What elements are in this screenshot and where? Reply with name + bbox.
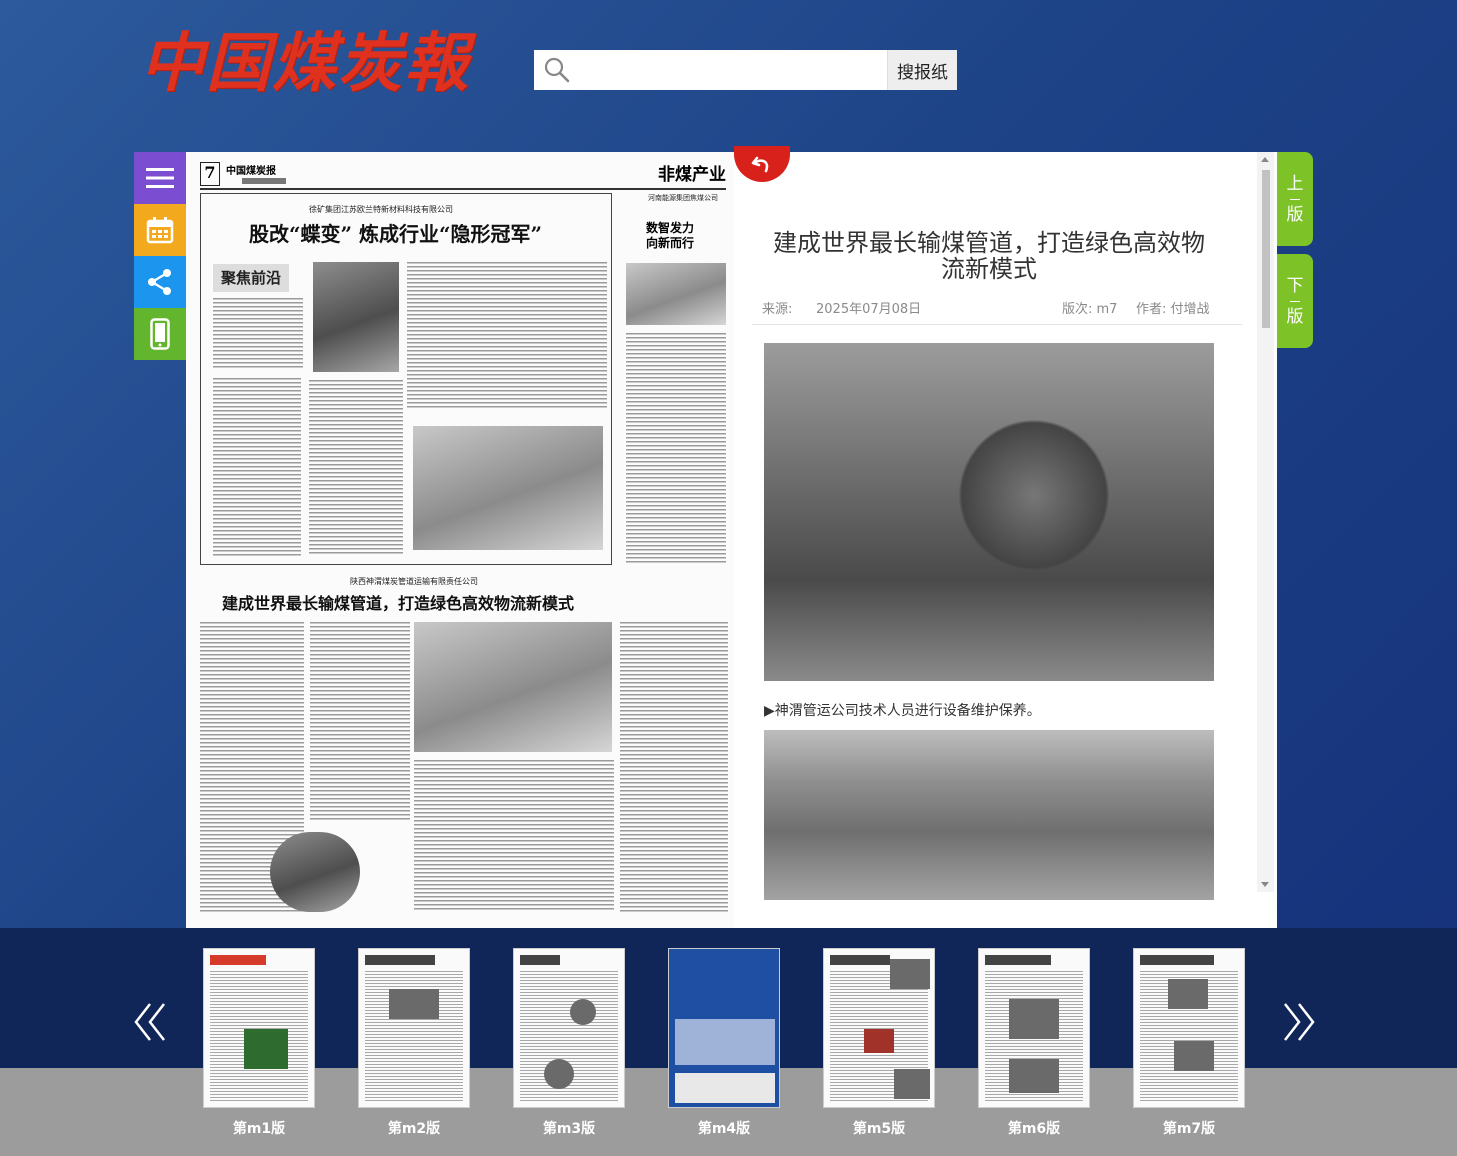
newspaper-page[interactable]: 7 中国煤炭报 非煤产业 徐矿集团江苏欧兰特新材料科技有限公司 股改“蝶变” 炼…	[186, 152, 734, 928]
side-article-block[interactable]: 河南能源集团焦煤公司 数智发力 向新而行	[626, 193, 726, 565]
scroll-thumb[interactable]	[1262, 170, 1270, 328]
prev-label-bottom: 版	[1286, 204, 1304, 225]
thumbnail-image	[513, 948, 625, 1108]
thumbnail-image	[823, 948, 935, 1108]
thumbnail-label: 第m5版	[852, 1121, 906, 1137]
second-kicker: 陕西神渭煤炭管道运输有限责任公司	[350, 577, 478, 586]
next-label-bottom: 版	[1286, 306, 1304, 327]
worker-photo	[270, 832, 360, 912]
newspaper-logo: 中国煤炭報	[140, 26, 470, 101]
edition-label: 版次: m7	[1062, 302, 1118, 317]
lead-article-block[interactable]: 徐矿集团江苏欧兰特新材料科技有限公司 股改“蝶变” 炼成行业“隐形冠军” 聚焦前…	[200, 193, 612, 565]
menu-icon	[146, 168, 174, 188]
scroll-left-button[interactable]	[132, 1000, 168, 1044]
scroll-down-icon[interactable]	[1261, 882, 1269, 887]
thumbnail-label: 第m2版	[387, 1121, 441, 1137]
calendar-button[interactable]	[134, 204, 186, 256]
page-masthead: 中国煤炭报	[226, 166, 276, 177]
page-date-bar	[242, 178, 286, 184]
calendar-icon	[146, 217, 174, 244]
photo-caption: ▶神渭管运公司技术人员进行设备维护保养。	[764, 703, 1041, 719]
side-kicker: 河南能源集团焦煤公司	[648, 194, 718, 202]
back-arrow-icon	[751, 156, 769, 173]
search-bar: 搜报纸	[534, 50, 957, 90]
page-thumbnail-m5[interactable]: 第m5版	[823, 948, 935, 1138]
next-label-top: 下	[1286, 275, 1304, 296]
thumbnail-image	[358, 948, 470, 1108]
second-headline: 建成世界最长输煤管道，打造绿色高效物流新模式	[222, 594, 575, 613]
scroll-up-icon[interactable]	[1261, 157, 1269, 162]
search-icon[interactable]	[534, 50, 580, 90]
text-block	[414, 760, 614, 912]
divider	[752, 324, 1242, 325]
article-scrollbar[interactable]	[1257, 152, 1274, 892]
text-block	[213, 298, 303, 370]
page-thumbnail-m7[interactable]: 第m7版	[1133, 948, 1245, 1138]
page-section: 非煤产业	[658, 165, 726, 185]
text-block	[620, 622, 728, 912]
scroll-right-button[interactable]	[1281, 1000, 1317, 1044]
lead-kicker: 徐矿集团江苏欧兰特新材料科技有限公司	[309, 205, 453, 214]
tab-dash	[1290, 300, 1300, 302]
lead-headline: 股改“蝶变” 炼成行业“隐形冠军”	[249, 222, 542, 246]
previous-page-tab[interactable]: 上 版	[1277, 152, 1313, 246]
mobile-button[interactable]	[134, 308, 186, 360]
side-headline: 数智发力 向新而行	[646, 221, 695, 250]
thumbnail-image	[203, 948, 315, 1108]
article-meta: 来源: 2025年07月08日 版次: m7 作者: 付增战	[762, 298, 1216, 318]
page-header: 7 中国煤炭报 非煤产业	[200, 160, 726, 190]
article-title: 建成世界最长输煤管道，打造绿色高效物流新模式	[773, 229, 1205, 283]
lead-photo	[313, 262, 399, 372]
lead-photo-2	[413, 426, 603, 550]
text-block	[310, 622, 410, 822]
page-thumbnail-m3[interactable]: 第m3版	[513, 948, 625, 1138]
thumbnail-label: 第m1版	[232, 1121, 286, 1137]
thumbnail-label: 第m7版	[1162, 1121, 1216, 1137]
text-block	[213, 378, 301, 558]
article-date: 2025年07月08日	[816, 302, 922, 317]
source-label: 来源:	[762, 302, 793, 317]
search-button[interactable]: 搜报纸	[887, 50, 957, 90]
text-block	[309, 380, 403, 556]
text-block	[626, 333, 726, 563]
share-icon	[148, 269, 171, 295]
menu-button[interactable]	[134, 152, 186, 204]
double-chevron-right-icon	[1284, 1003, 1315, 1041]
thumbnail-image	[668, 948, 780, 1108]
search-input[interactable]	[580, 50, 887, 90]
side-photo	[626, 263, 726, 325]
thumbnail-image	[1133, 948, 1245, 1108]
highlighted-article-block[interactable]: 陕西神渭煤炭管道运输有限责任公司 建成世界最长输煤管道，打造绿色高效物流新模式	[200, 572, 728, 922]
page-thumbnail-m4[interactable]: 第m4版	[668, 948, 780, 1138]
article-photo-aerial	[764, 730, 1214, 900]
mobile-icon	[150, 318, 170, 350]
pipeline-aerial-photo	[414, 622, 612, 752]
author-label: 作者: 付增战	[1136, 302, 1210, 317]
thumbnail-image	[978, 948, 1090, 1108]
prev-label-top: 上	[1286, 173, 1304, 194]
article-panel: 建成世界最长输煤管道，打造绿色高效物流新模式 来源: 2025年07月08日 版…	[734, 152, 1277, 928]
page-thumbnail-m1[interactable]: 第m1版	[203, 948, 315, 1138]
article-photo-workers	[764, 343, 1214, 681]
page-thumbnail-m2[interactable]: 第m2版	[358, 948, 470, 1138]
text-block	[407, 262, 607, 408]
page-thumbnail-m6[interactable]: 第m6版	[978, 948, 1090, 1138]
double-chevron-left-icon	[134, 1003, 165, 1041]
thumbnail-label: 第m4版	[697, 1121, 751, 1137]
thumbnail-label: 第m6版	[1007, 1121, 1061, 1137]
next-page-tab[interactable]: 下 版	[1277, 254, 1313, 348]
column-badge: 聚焦前沿	[213, 264, 289, 292]
page-number: 7	[200, 162, 220, 186]
share-button[interactable]	[134, 256, 186, 308]
thumbnail-label: 第m3版	[542, 1121, 596, 1137]
tab-dash	[1290, 198, 1300, 200]
